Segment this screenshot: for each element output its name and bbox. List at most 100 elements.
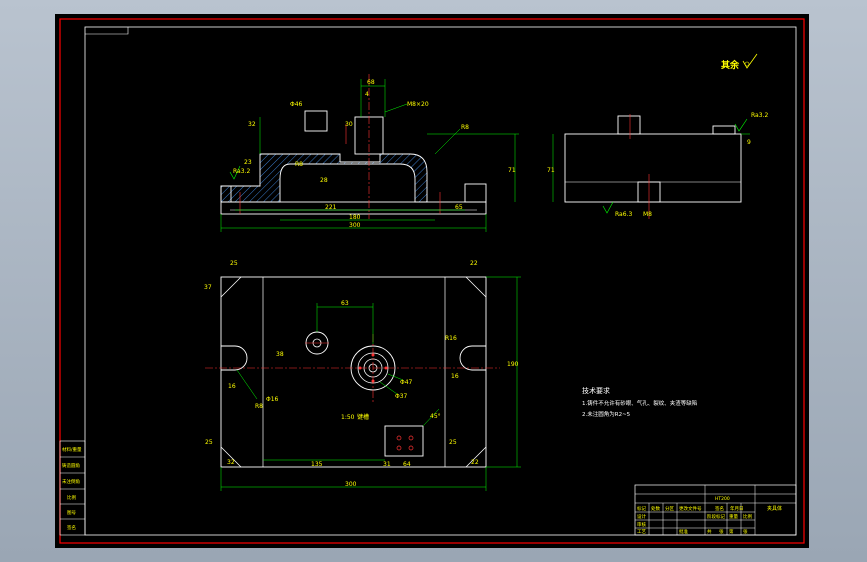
side-table-cell-4: 图号	[67, 510, 76, 516]
top-body	[220, 276, 487, 468]
side-dim-rough-bottom: Ra6.3	[615, 211, 632, 218]
side-table-frame	[59, 440, 86, 536]
tb-row-0: 标记	[637, 505, 646, 512]
front-base	[220, 201, 487, 215]
top-view: 25 22 37 63 38 R16 16 16 Φ16 Φ47 Φ37 R8 …	[204, 260, 521, 491]
front-dim-right-step: 65	[455, 204, 463, 211]
top-dim-r8: R8	[255, 403, 263, 410]
tb-sheet-0: 共	[707, 528, 712, 535]
side-rough-top-icon	[734, 118, 748, 132]
top-dim-bl: 25	[205, 439, 213, 446]
top-dim-depth: 190	[507, 361, 519, 368]
side-table-cell-0: 材料/重量	[62, 446, 82, 453]
side-right-block	[712, 125, 736, 135]
front-dim-left-step: 23	[244, 159, 252, 166]
top-dim-key: 键槽	[357, 413, 369, 421]
side-body	[564, 133, 742, 203]
top-key-hole-2	[408, 435, 414, 441]
front-dim-total: 300	[349, 222, 361, 229]
front-dim-r: R8	[461, 124, 469, 131]
top-dim-hole-off: 38	[276, 351, 284, 358]
title-block: HT200 夹具体 标记 处数 分区 更改文件号 签名 年月日 设计 审核 工艺…	[634, 484, 797, 536]
front-dim-left-h: 32	[248, 121, 256, 128]
top-slot-left	[221, 345, 248, 371]
side-view: 71 Ra3.2 9 Ra6.3 M8	[547, 112, 768, 219]
top-key-hole-1	[396, 435, 402, 441]
front-dim-boss: Φ46	[290, 101, 303, 108]
top-dim-bot-31: 31	[383, 461, 391, 468]
corner-tag	[85, 27, 129, 35]
front-dim-mid-h: 28	[320, 177, 328, 184]
tech-title: 技术要求	[582, 386, 610, 395]
top-dim-corner-tr: 22	[470, 260, 478, 267]
top-dim-bot-mid: 135	[311, 461, 323, 468]
top-slot-right	[459, 345, 486, 371]
side-dim-slot: M8	[643, 211, 652, 218]
top-dim-corner-tl: 25	[230, 260, 238, 267]
tb-material: HT200	[715, 496, 730, 502]
drawing-canvas: 其余 68 4 M8×20 Φ46 R8 32 30 23 R8 28 221 …	[59, 18, 805, 544]
top-dim-slot-r: R16	[445, 335, 457, 342]
top-dim-total: 300	[345, 481, 357, 488]
top-dim-leader-slot	[236, 369, 258, 400]
tb-row-3: 更改文件号	[679, 505, 702, 512]
side-dim-height: 71	[547, 167, 555, 174]
front-dim-inner: 180	[349, 214, 361, 221]
side-dim-rough-top: Ra3.2	[751, 112, 768, 119]
top-dim-br: 25	[449, 439, 457, 446]
side-rough-bottom-icon	[602, 201, 614, 214]
front-dim-rough: Ra3.2	[233, 168, 250, 175]
side-dim-right-h: 9	[747, 139, 751, 146]
tb-label-3: 批准	[679, 528, 688, 535]
top-key-hole-4	[408, 445, 414, 451]
front-dim-r2: R8	[295, 161, 303, 168]
side-table-cell-3: 比例	[67, 494, 76, 501]
tb-row-1: 处数	[651, 505, 660, 512]
tb-row-4: 签名	[715, 505, 724, 512]
front-dim-fit: M8×20	[407, 101, 429, 108]
top-dim-left-side: 37	[204, 284, 212, 291]
top-corner-tr	[465, 276, 487, 298]
top-key-hole-3	[396, 445, 402, 451]
tb-sheet-2: 第	[729, 528, 734, 535]
front-dim-mid-w: 221	[325, 204, 337, 211]
top-dim-center: 63	[341, 300, 349, 307]
side-table-cell-2: 未注倒角	[62, 478, 80, 485]
top-dim-ratio: 1:50	[341, 414, 355, 421]
front-dim-top: 68	[367, 79, 375, 86]
top-dim-phi16: Φ16	[266, 396, 279, 403]
tb-row-2: 分区	[665, 505, 674, 512]
top-dim-bot-64: 64	[403, 461, 411, 468]
tb-stage-1: 重量	[729, 513, 738, 520]
front-right-flange	[464, 183, 487, 203]
tb-label-2: 工艺	[637, 529, 646, 535]
top-dim-bot-l: 32	[227, 459, 235, 466]
top-dim-angle: 45°	[430, 413, 441, 420]
tb-label-0: 设计	[637, 513, 646, 520]
top-dim-slot-w: 16	[451, 373, 459, 380]
top-dim-phi47: Φ47	[400, 379, 413, 386]
inner-frame	[84, 26, 797, 536]
front-dim-chamfer: 30	[345, 121, 353, 128]
tb-label-1: 审核	[637, 521, 646, 528]
outer-frame	[59, 18, 805, 544]
cad-viewport[interactable]: 其余 68 4 M8×20 Φ46 R8 32 30 23 R8 28 221 …	[55, 14, 809, 548]
top-dim-phi37: Φ37	[395, 393, 408, 400]
tech-line-2: 2.未注圆角为R2~5	[582, 410, 631, 418]
side-table: 材料/重量 铸造圆角 未注倒角 比例 图号 签名	[59, 440, 86, 536]
tb-sheet-1: 张	[719, 528, 724, 535]
tb-drawing-name: 夹具体	[767, 505, 782, 512]
tb-stage-2: 比例	[743, 513, 752, 520]
tb-stage-0: 阶段标记	[707, 513, 725, 520]
dim-leader-r	[434, 128, 461, 155]
top-dim-bot-r: 22	[471, 459, 479, 466]
tech-line-1: 1.铸件不允许有砂眼、气孔、裂纹、夹渣等缺陷	[582, 399, 697, 407]
tech-requirements: 技术要求 1.铸件不允许有砂眼、气孔、裂纹、夹渣等缺陷 2.未注圆角为R2~5	[582, 386, 697, 418]
tb-sheet-3: 张	[743, 528, 748, 535]
roughness-note: 其余	[721, 59, 740, 71]
top-dim-slot-l: 16	[228, 383, 236, 390]
side-table-cell-1: 铸造圆角	[62, 462, 80, 469]
front-dim-height: 71	[508, 167, 516, 174]
roughness-symbol-icon	[742, 53, 758, 69]
front-dim-depth: 4	[365, 91, 369, 98]
